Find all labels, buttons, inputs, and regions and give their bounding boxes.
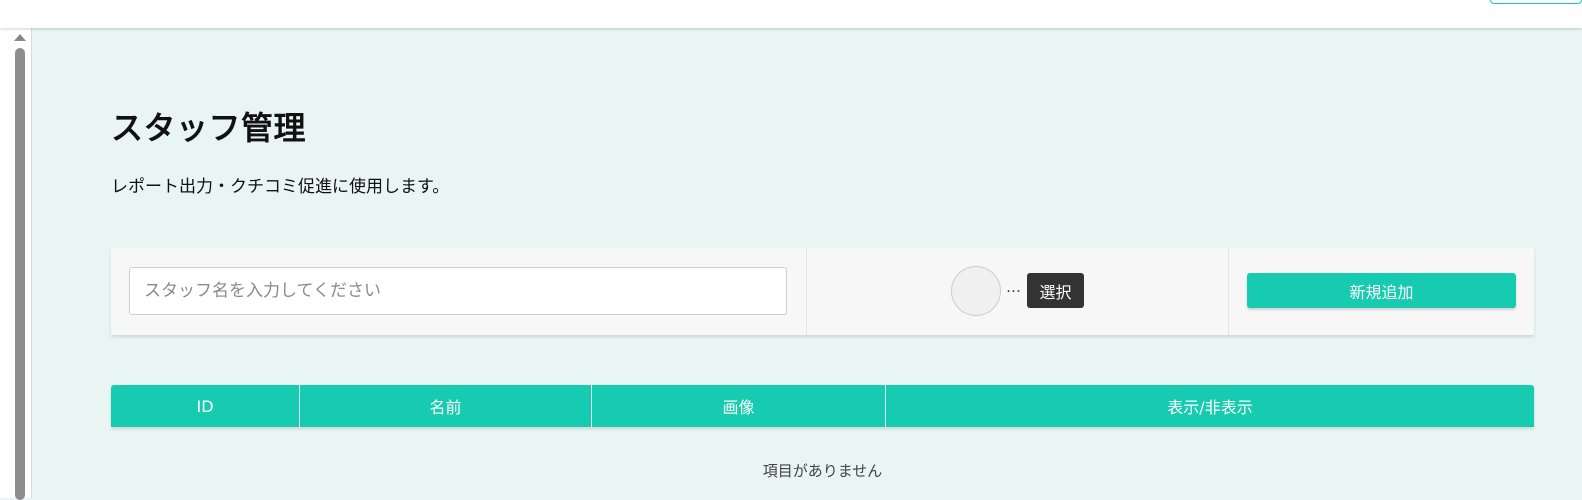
header-action-button-edge[interactable] <box>1490 0 1582 4</box>
staff-table: ID 名前 画像 表示/非表示 項目がありません <box>111 385 1534 481</box>
add-cell: 新規追加 <box>1228 248 1534 335</box>
ellipsis-text: … <box>1006 278 1021 296</box>
add-new-staff-button[interactable]: 新規追加 <box>1247 273 1516 308</box>
staff-name-search-input[interactable] <box>129 267 787 315</box>
avatar-placeholder-icon <box>951 266 1001 316</box>
column-header-name[interactable]: 名前 <box>299 385 591 427</box>
scroll-up-arrow-icon[interactable] <box>14 34 26 41</box>
column-header-id[interactable]: ID <box>111 385 299 427</box>
column-header-image[interactable]: 画像 <box>591 385 885 427</box>
top-header-bar <box>0 0 1582 28</box>
search-cell <box>111 248 806 335</box>
table-header-row: ID 名前 画像 表示/非表示 <box>111 385 1534 427</box>
filter-panel: … 選択 新規追加 <box>111 248 1534 335</box>
scrollbar-thumb[interactable] <box>15 48 25 500</box>
page-subtitle: レポート出力・クチコミ促進に使用します。 <box>111 177 450 197</box>
page-title: スタッフ管理 <box>111 109 307 147</box>
table-empty-message: 項目がありません <box>762 462 883 480</box>
select-image-button[interactable]: 選択 <box>1027 273 1084 308</box>
column-header-visibility[interactable]: 表示/非表示 <box>885 385 1534 427</box>
image-select-cell: … 選択 <box>806 248 1228 335</box>
